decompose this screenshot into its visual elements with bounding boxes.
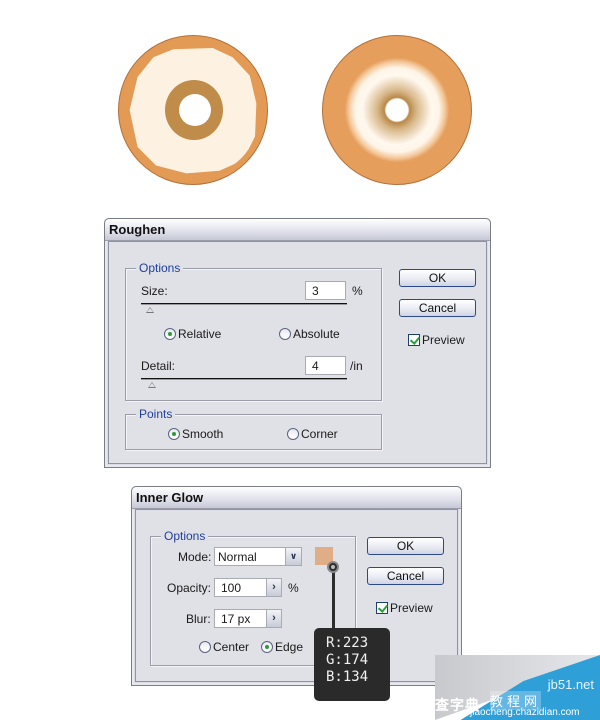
radio-absolute[interactable]: Absolute (279, 327, 340, 341)
radio-corner[interactable]: Corner (287, 427, 338, 441)
radio-dot-selected (168, 428, 180, 440)
cancel-button[interactable]: Cancel (367, 567, 444, 585)
blur-arrow-button[interactable]: › (266, 609, 282, 628)
dialog-body: Options Size: 3 % Relative Absolute Deta… (108, 241, 487, 464)
radio-center[interactable]: Center (199, 640, 249, 654)
group-label-points: Points (136, 407, 176, 421)
blur-label: Blur: (186, 612, 211, 626)
donut-inner-glow-icing (322, 35, 472, 185)
chevron-down-icon[interactable]: ∨ (285, 548, 301, 565)
radio-dot (279, 328, 291, 340)
opacity-unit: % (288, 581, 299, 595)
size-label: Size: (141, 284, 168, 298)
dialog-title: Roughen (105, 219, 490, 241)
radio-label: Smooth (182, 427, 224, 441)
checkbox-checked-icon (376, 602, 388, 614)
rgb-blue: B:134 (326, 669, 369, 685)
options-group: Options Size: 3 % Relative Absolute Deta… (125, 261, 382, 401)
radio-edge[interactable]: Edge (261, 640, 303, 654)
radio-label: Center (213, 640, 250, 654)
preview-label: Preview (422, 333, 465, 347)
dialog-title: Inner Glow (132, 487, 461, 509)
group-label-options: Options (161, 529, 209, 543)
radio-dot (287, 428, 299, 440)
watermark: jb51.net 查字典 教程网 jiaocheng.chazidian.com (430, 655, 600, 720)
radio-label: Corner (301, 427, 338, 441)
preview-checkbox[interactable]: Preview (408, 333, 465, 347)
size-input[interactable]: 3 (305, 281, 346, 300)
detail-slider-track[interactable] (141, 378, 347, 380)
cancel-button[interactable]: Cancel (399, 299, 476, 317)
radio-smooth[interactable]: Smooth (168, 427, 223, 441)
blur-input[interactable]: 17 px (214, 609, 267, 628)
preview-checkbox[interactable]: Preview (376, 601, 433, 615)
radio-label: Absolute (293, 327, 340, 341)
radio-relative[interactable]: Relative (164, 327, 221, 341)
rgb-green: G:174 (326, 652, 369, 668)
group-label-options: Options (136, 261, 184, 275)
opacity-label: Opacity: (167, 581, 212, 595)
size-unit: % (352, 284, 363, 298)
radio-dot (199, 641, 211, 653)
preview-label: Preview (390, 601, 433, 615)
ok-button[interactable]: OK (367, 537, 444, 555)
detail-label: Detail: (141, 359, 176, 373)
opacity-arrow-button[interactable]: › (266, 578, 282, 597)
opacity-input[interactable]: 100 (214, 578, 267, 597)
detail-unit: /in (350, 359, 363, 373)
rgb-red: R:223 (326, 635, 369, 651)
radio-dot-selected (261, 641, 273, 653)
rgb-callout: R:223 G:174 B:134 (314, 628, 390, 701)
detail-slider-thumb[interactable] (148, 382, 156, 388)
roughen-dialog: Roughen Options Size: 3 % Relative Absol… (104, 218, 491, 468)
checkbox-checked-icon (408, 334, 420, 346)
watermark-domain: jiaocheng.chazidian.com (470, 707, 580, 718)
ok-button[interactable]: OK (399, 269, 476, 287)
dialog-body: Options Mode: Normal ∨ Opacity: 100 › % … (135, 509, 458, 682)
size-slider-track[interactable] (141, 303, 347, 305)
donut-hole (179, 94, 211, 126)
mode-label: Mode: (178, 550, 212, 564)
inner-glow-dialog: Inner Glow Options Mode: Normal ∨ Opacit… (131, 486, 462, 686)
callout-pin-icon (327, 561, 339, 573)
callout-line (332, 568, 335, 630)
donut-roughened-icing (118, 35, 268, 185)
size-slider-thumb[interactable] (146, 307, 154, 313)
mode-value: Normal (218, 550, 257, 564)
radio-label: Edge (275, 640, 304, 654)
detail-input[interactable]: 4 (305, 356, 346, 375)
mode-select[interactable]: Normal ∨ (214, 547, 302, 566)
points-group: Points Smooth Corner (125, 407, 382, 450)
watermark-site: jb51.net (547, 677, 594, 692)
radio-label: Relative (178, 327, 222, 341)
radio-dot-selected (164, 328, 176, 340)
